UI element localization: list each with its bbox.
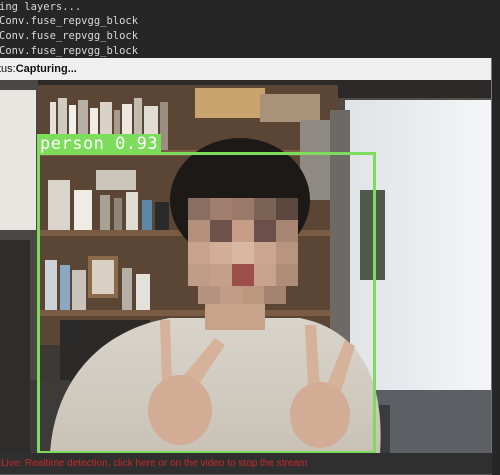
detection-label: person 0.93 bbox=[37, 134, 162, 154]
terminal-line: Conv.fuse_repvgg_block bbox=[0, 45, 139, 57]
terminal-line: Conv.fuse_repvgg_block bbox=[0, 15, 139, 27]
stream-stop-message[interactable]: Live: Realtime detection, click here or … bbox=[0, 453, 492, 474]
terminal-line: Conv.fuse_repvgg_block bbox=[0, 30, 139, 42]
video-feed[interactable]: person 0.93 bbox=[0, 80, 491, 453]
detection-box bbox=[37, 152, 376, 453]
status-bar: tus:Capturing... bbox=[0, 58, 491, 81]
status-value: Capturing... bbox=[15, 63, 77, 75]
terminal-output: ing layers... Conv.fuse_repvgg_block Con… bbox=[0, 0, 500, 58]
terminal-line: ing layers... bbox=[0, 1, 82, 13]
status-label: tus: bbox=[0, 63, 16, 75]
capture-window: tus:Capturing... bbox=[0, 58, 492, 475]
